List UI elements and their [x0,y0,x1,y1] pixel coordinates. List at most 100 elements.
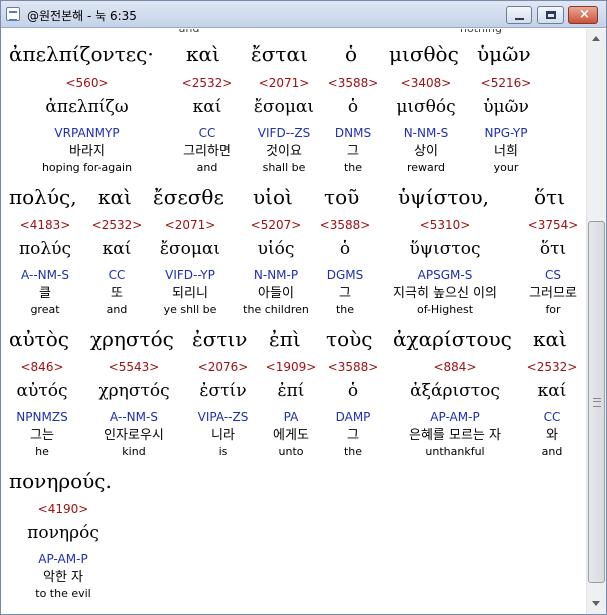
window-title: @원전본해 - 눅 6:35 [27,9,137,23]
scroll-up-arrow-icon[interactable] [588,30,605,47]
parse-code[interactable]: VRPANMYP [42,123,132,143]
lemma: υἱός [257,239,295,259]
maximize-button[interactable] [537,6,564,24]
lemma: πονηρός [27,523,99,543]
word-gloss: <846> αὐτός NPNMZS 그는 he [16,357,67,459]
strongs-number[interactable]: <5310> [393,215,497,235]
greek-word[interactable]: χρηστός [90,327,174,351]
word-gloss: <3588> ὁ DNMS 그 the [328,73,379,175]
parse-code[interactable]: DNMS [328,123,379,143]
word-gloss: <2071> ἔσομαι VIFD--ZS 것이요 shall be [254,73,314,175]
parse-code[interactable]: CC [92,265,143,285]
korean-gloss: 너희 [494,144,518,159]
strongs-number[interactable]: <5207> [243,215,309,235]
korean-gloss: 그 [339,286,351,301]
parse-code[interactable]: VIFD--ZS [254,123,314,143]
strongs-number[interactable]: <2071> [160,215,220,235]
title-bar[interactable]: @원전본해 - 눅 6:35 × [1,1,606,28]
parse-code[interactable]: DGMS [320,265,371,285]
word-gloss: <3588> ὁ DGMS 그 the [320,215,371,317]
minimize-button[interactable] [506,6,532,24]
parse-code[interactable]: A--NM-S [19,265,71,285]
vertical-scrollbar[interactable] [586,29,606,614]
parse-code[interactable]: AP-AM-P [409,407,501,427]
parse-code[interactable]: VIPA--ZS [198,407,249,427]
greek-word[interactable]: καὶ [533,327,567,351]
strongs-number[interactable]: <2532> [182,73,233,93]
greek-word[interactable]: ἐπὶ [269,327,301,351]
greek-word[interactable]: ὑμῶν [477,42,531,66]
word-gloss: <2532> καί CC 와 and [527,357,578,459]
english-gloss: hoping for-again [41,161,133,174]
cut-gloss: nothing [460,29,502,35]
korean-gloss: 인자로우시 [104,428,164,443]
parse-code[interactable]: NPG-YP [481,123,532,143]
greek-word[interactable]: ὑψίστου, [398,185,489,209]
app-icon[interactable] [6,7,20,21]
strongs-number[interactable]: <884> [409,357,501,377]
close-button[interactable]: × [568,6,598,24]
greek-word[interactable]: ἔσται [251,42,308,66]
greek-word[interactable]: τοὺς [326,327,372,351]
word-gloss: <3588> ὁ DAMP 그 the [328,357,379,459]
greek-word[interactable]: μισθὸς [389,42,459,66]
parse-code[interactable]: APSGM-S [393,265,497,285]
strongs-number[interactable]: <4183> [19,215,71,235]
strongs-number[interactable]: <3588> [328,357,379,377]
english-gloss: of-Highest [416,303,474,316]
scroll-thumb[interactable] [588,221,605,583]
strongs-number[interactable]: <2532> [527,357,578,377]
korean-gloss: 아들이 [258,286,294,301]
greek-word[interactable]: πολύς, [9,185,77,209]
strongs-number[interactable]: <2076> [198,357,249,377]
parse-code[interactable]: CC [182,123,233,143]
parse-code[interactable]: N-NM-S [396,123,455,143]
greek-word[interactable]: καὶ [98,185,132,209]
greek-word[interactable]: ἀχαρίστους [393,327,512,351]
word-gloss: <2532> καί CC 또 and [92,215,143,317]
strongs-number[interactable]: <4190> [27,499,99,519]
scroll-down-arrow-icon[interactable] [588,595,605,612]
parse-code[interactable]: VIFD--YP [160,265,220,285]
strongs-number[interactable]: <1909> [266,357,317,377]
greek-word[interactable]: ἀπελπίζοντες· [9,42,154,66]
strongs-number[interactable]: <3588> [328,73,379,93]
strongs-number[interactable]: <3754> [528,215,579,235]
greek-word[interactable]: πονηρούς. [9,469,112,493]
parse-code[interactable]: PA [266,407,317,427]
parse-code[interactable]: DAMP [328,407,379,427]
greek-word[interactable]: αὐτὸς [9,327,69,351]
interlinear-view[interactable]: and nothing ἀπελπίζοντες· καὶ ἔσται ὁ μι… [1,29,586,614]
lemma: ἀπελπίζω [45,97,129,117]
greek-word[interactable]: καὶ [186,42,220,66]
korean-gloss: 그러므로 [529,286,577,301]
word-gloss: <884> ἀξάριστος AP-AM-P 은혜를 모르는 자 unthan… [409,357,501,459]
parse-code[interactable]: NPNMZS [16,407,67,427]
strongs-number[interactable]: <560> [42,73,132,93]
strongs-number[interactable]: <5543> [98,357,169,377]
parse-code[interactable]: N-NM-P [243,265,309,285]
english-gloss: and [196,161,218,174]
english-gloss: your [493,161,519,174]
greek-word[interactable]: ἔσεσθε [153,185,224,209]
korean-gloss: 또 [111,286,123,301]
strongs-number[interactable]: <2071> [254,73,314,93]
english-gloss: kind [122,445,146,458]
greek-word[interactable]: τοῦ [324,185,359,209]
english-gloss: to the evil [35,587,91,600]
strongs-number[interactable]: <3588> [320,215,371,235]
greek-word[interactable]: ὁ [345,42,357,66]
greek-word[interactable]: ἐστιν [192,327,247,351]
english-gloss: is [218,445,228,458]
parse-code[interactable]: CC [527,407,578,427]
parse-code[interactable]: AP-AM-P [27,549,99,569]
greek-word[interactable]: υἱοὶ [253,185,293,209]
korean-gloss: 그는 [30,428,54,443]
greek-word[interactable]: ὅτι [534,185,565,209]
parse-code[interactable]: CS [528,265,579,285]
strongs-number[interactable]: <2532> [92,215,143,235]
parse-code[interactable]: A--NM-S [98,407,169,427]
strongs-number[interactable]: <846> [16,357,67,377]
strongs-number[interactable]: <5216> [481,73,532,93]
strongs-number[interactable]: <3408> [396,73,455,93]
